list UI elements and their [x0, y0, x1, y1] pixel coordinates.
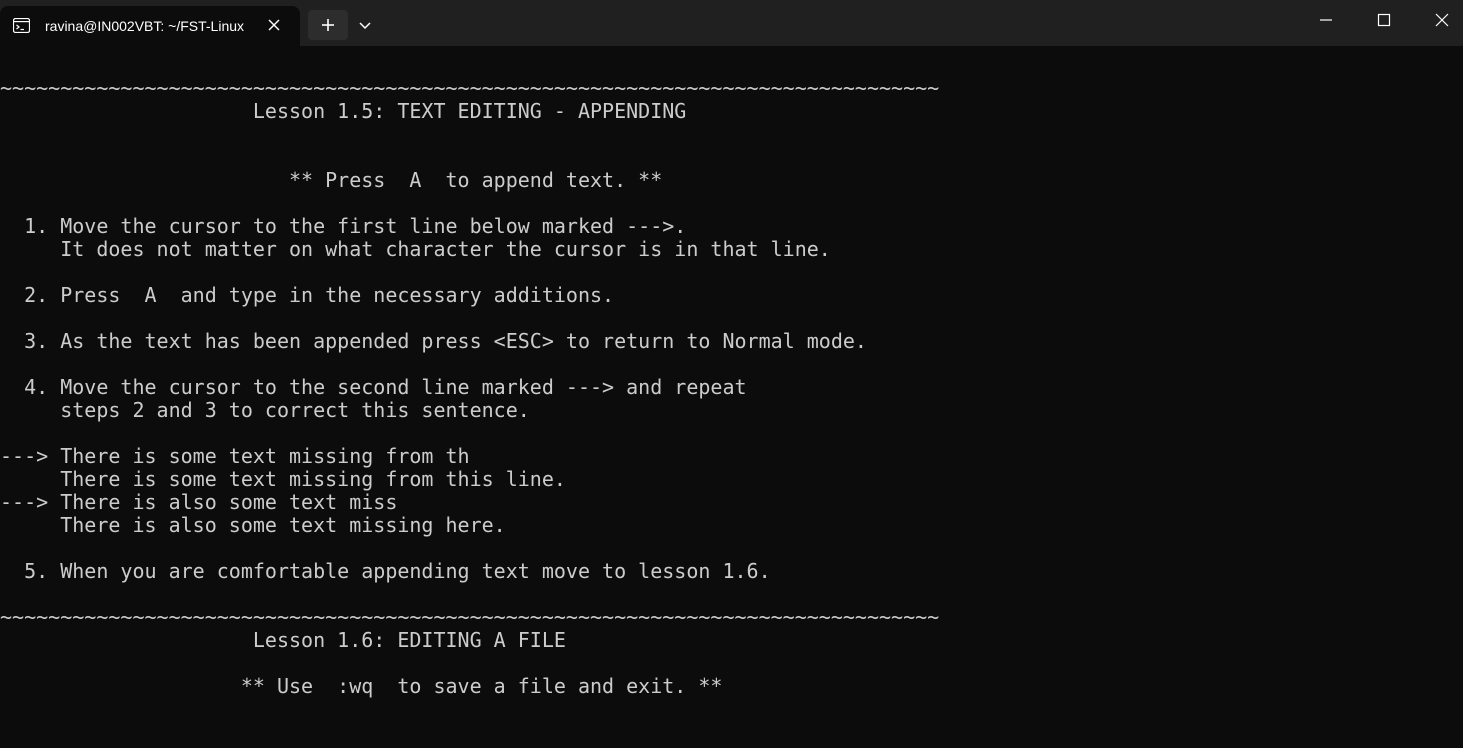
- terminal-line: 4. Move the cursor to the second line ma…: [0, 375, 747, 399]
- terminal-line: 3. As the text has been appended press <…: [0, 329, 867, 353]
- terminal-line: There is also some text missing here.: [0, 513, 506, 537]
- terminal-window: ravina@IN002VBT: ~/FST-Linux ~~~~~~~~~~~…: [0, 0, 1463, 748]
- tab-dropdown-button[interactable]: [352, 10, 378, 40]
- terminal-line: ** Use :wq to save a file and exit. **: [0, 674, 723, 698]
- terminal-line: Lesson 1.5: TEXT EDITING - APPENDING: [0, 99, 687, 123]
- terminal-line: It does not matter on what character the…: [0, 237, 831, 261]
- terminal-line: steps 2 and 3 to correct this sentence.: [0, 398, 530, 422]
- close-icon[interactable]: [264, 15, 284, 35]
- window-close-button[interactable]: [1413, 0, 1463, 40]
- tab-terminal[interactable]: ravina@IN002VBT: ~/FST-Linux: [0, 6, 300, 46]
- terminal-line: ---> There is also some text miss: [0, 490, 398, 514]
- terminal-content[interactable]: ~~~~~~~~~~~~~~~~~~~~~~~~~~~~~~~~~~~~~~~~…: [0, 46, 1463, 748]
- maximize-button[interactable]: [1355, 0, 1413, 40]
- tab-title: ravina@IN002VBT: ~/FST-Linux: [45, 18, 245, 34]
- terminal-line: There is some text missing from this lin…: [0, 467, 566, 491]
- terminal-line: ---> There is some text missing from th: [0, 444, 470, 468]
- terminal-line: ** Press A to append text. **: [0, 168, 663, 192]
- terminal-line: 2. Press A and type in the necessary add…: [0, 283, 615, 307]
- plus-icon: [322, 19, 334, 31]
- minimize-icon: [1320, 19, 1332, 21]
- close-icon: [1435, 13, 1449, 27]
- terminal-line: ~~~~~~~~~~~~~~~~~~~~~~~~~~~~~~~~~~~~~~~~…: [0, 605, 940, 629]
- terminal-icon: [12, 17, 31, 34]
- chevron-down-icon: [359, 22, 371, 30]
- terminal-line: Lesson 1.6: EDITING A FILE: [0, 628, 566, 652]
- new-tab-button[interactable]: [308, 10, 348, 40]
- maximize-icon: [1377, 13, 1391, 27]
- minimize-button[interactable]: [1297, 0, 1355, 40]
- title-bar: ravina@IN002VBT: ~/FST-Linux: [0, 0, 1463, 46]
- terminal-line: ~~~~~~~~~~~~~~~~~~~~~~~~~~~~~~~~~~~~~~~~…: [0, 76, 940, 100]
- terminal-line: 1. Move the cursor to the first line bel…: [0, 214, 687, 238]
- terminal-line: 5. When you are comfortable appending te…: [0, 559, 771, 583]
